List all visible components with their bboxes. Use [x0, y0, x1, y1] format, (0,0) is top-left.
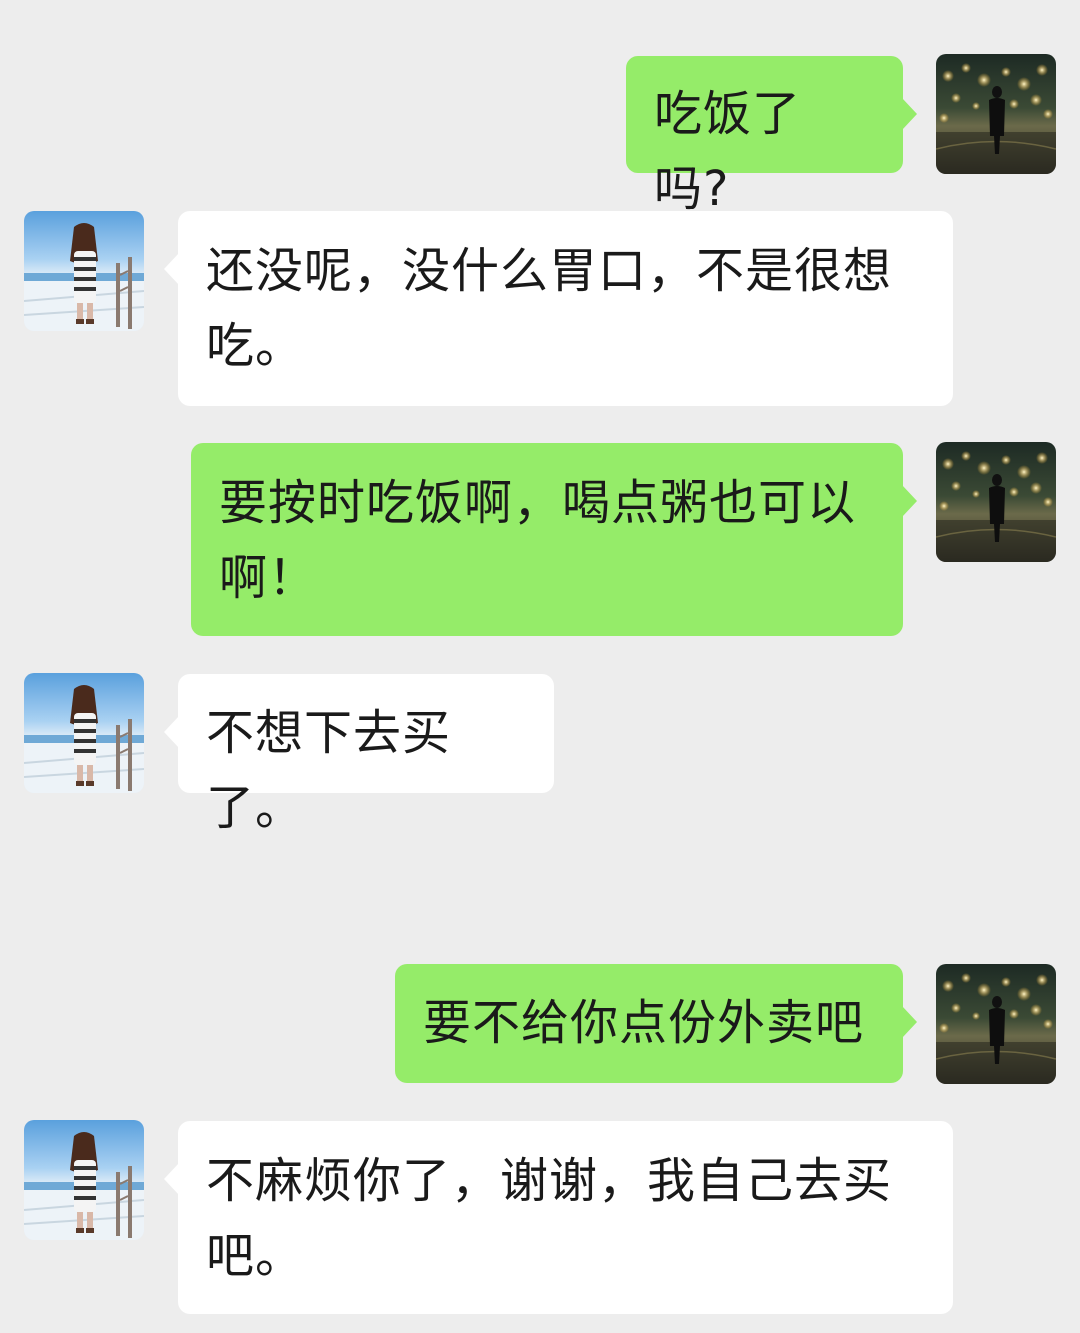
my-avatar[interactable]: [936, 54, 1056, 174]
sent-message-bubble[interactable]: 要按时吃饭啊，喝点粥也可以啊！: [191, 443, 917, 636]
received-message-bubble[interactable]: 还没呢，没什么胃口，不是很想吃。: [164, 211, 953, 406]
snow-girl-avatar-image: [24, 211, 144, 331]
sent-message-bubble[interactable]: 吃饭了吗?: [626, 56, 917, 217]
received-message-bubble[interactable]: 不麻烦你了，谢谢，我自己去买吧。: [164, 1121, 953, 1314]
message-text: 还没呢，没什么胃口，不是很想吃。: [206, 243, 893, 374]
friend-avatar[interactable]: [24, 673, 144, 793]
my-avatar[interactable]: [936, 442, 1056, 562]
night-street-avatar-image: [936, 442, 1056, 562]
friend-avatar[interactable]: [24, 1120, 144, 1240]
night-street-avatar-image: [936, 964, 1056, 1084]
chat-area[interactable]: 吃饭了吗? 还没呢，没什么胃口，不是很想吃。 要按时吃饭啊，喝点粥也可以啊！ 不…: [0, 0, 1080, 1333]
night-street-avatar-image: [936, 54, 1056, 174]
message-text: 要按时吃饭啊，喝点粥也可以啊！: [219, 475, 857, 606]
my-avatar[interactable]: [936, 964, 1056, 1084]
message-text: 要不给你点份外卖吧: [423, 995, 865, 1051]
friend-avatar[interactable]: [24, 211, 144, 331]
received-message-bubble[interactable]: 不想下去买了。: [164, 674, 554, 836]
sent-message-bubble[interactable]: 要不给你点份外卖吧: [395, 964, 917, 1083]
message-text: 不麻烦你了，谢谢，我自己去买吧。: [206, 1153, 893, 1284]
message-text: 不想下去买了。: [206, 705, 452, 836]
snow-girl-avatar-image: [24, 1120, 144, 1240]
message-text: 吃饭了吗?: [654, 86, 802, 217]
snow-girl-avatar-image: [24, 673, 144, 793]
